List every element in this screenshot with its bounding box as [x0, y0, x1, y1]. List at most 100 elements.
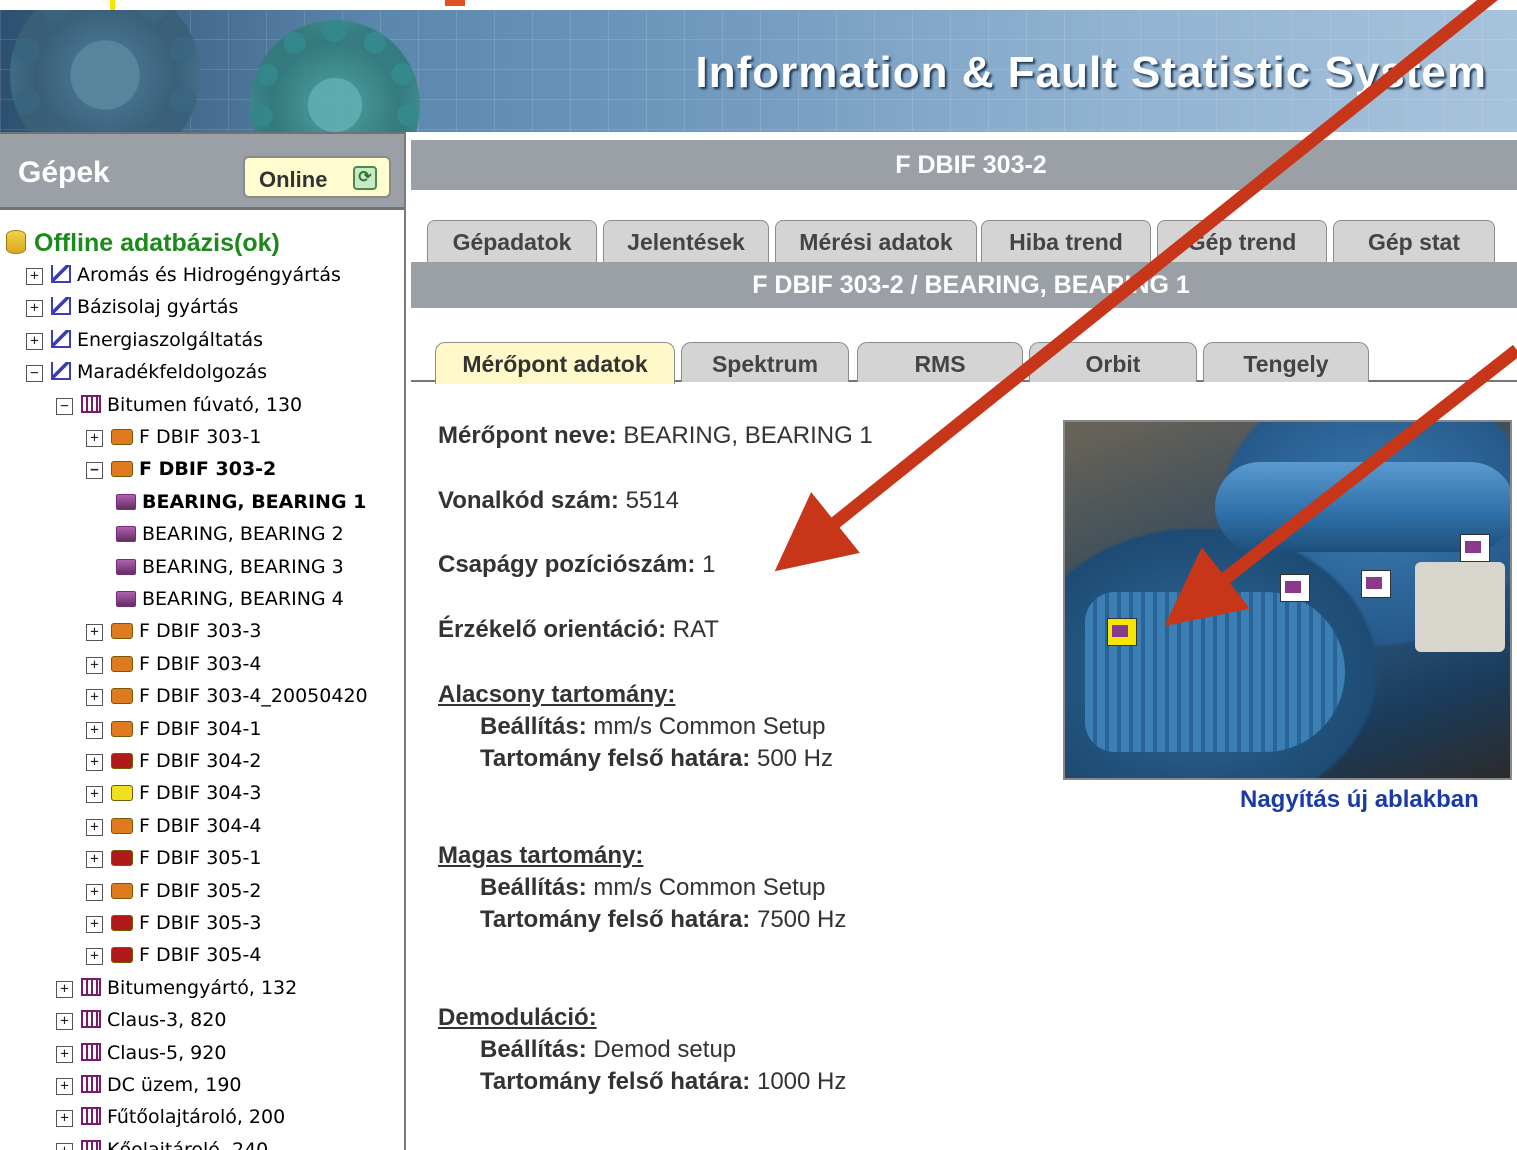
- tree-item[interactable]: + Bázisolaj gyártás: [26, 291, 238, 323]
- expand-icon[interactable]: +: [86, 754, 103, 771]
- machines-header-label: Gépek: [18, 156, 110, 189]
- expand-icon[interactable]: +: [86, 689, 103, 707]
- tree-item[interactable]: + F DBIF 303-4: [86, 648, 261, 680]
- tree-item[interactable]: BEARING, BEARING 4: [116, 583, 344, 615]
- tree-item[interactable]: − Maradékfeldolgozás: [26, 356, 267, 388]
- tree-item[interactable]: + F DBIF 303-1: [86, 421, 261, 453]
- tree-item[interactable]: − Bitumen fúvató, 130: [56, 389, 302, 421]
- expand-icon[interactable]: +: [86, 883, 103, 901]
- expand-icon[interactable]: +: [86, 624, 103, 642]
- machine-icon: [111, 461, 133, 478]
- tree-item[interactable]: + F DBIF 305-4: [86, 939, 261, 971]
- tab-jelentesek[interactable]: Jelentések: [603, 220, 769, 262]
- field-value: Demod setup: [593, 1036, 737, 1063]
- tree-item[interactable]: + Claus-3, 820: [56, 1004, 226, 1036]
- expand-icon[interactable]: +: [86, 786, 103, 804]
- machine-icon: [111, 753, 133, 769]
- tree-item[interactable]: + DC üzem, 190: [56, 1069, 242, 1101]
- section-high-range: Magas tartomány:: [438, 842, 644, 869]
- tree-item[interactable]: + F DBIF 304-3: [86, 777, 261, 809]
- tree-item[interactable]: + F DBIF 303-3: [86, 615, 261, 647]
- high-range-upper: Tartomány felső határa: 7500 Hz: [480, 906, 846, 934]
- tree-item[interactable]: + F DBIF 304-2: [86, 745, 261, 777]
- machine-title-bar: F DBIF 303-2: [411, 140, 1517, 190]
- tree-item-label: F DBIF 304-1: [139, 717, 262, 740]
- measure-point-icon[interactable]: [1361, 570, 1391, 598]
- tab-gep-stat[interactable]: Gép stat: [1333, 220, 1495, 262]
- field-value: mm/s Common Setup: [593, 874, 826, 901]
- collapse-icon[interactable]: −: [56, 397, 73, 415]
- expand-icon[interactable]: +: [56, 980, 73, 998]
- tree-item[interactable]: + Fűtőolajtároló, 200: [56, 1101, 285, 1133]
- collapse-icon[interactable]: −: [26, 365, 43, 383]
- online-button[interactable]: Online ⟳: [243, 156, 391, 198]
- expand-icon[interactable]: +: [56, 1078, 73, 1095]
- tree-item[interactable]: + Aromás és Hidrogéngyártás: [26, 259, 341, 291]
- expand-icon[interactable]: +: [86, 656, 103, 674]
- bearing-icon: [116, 558, 136, 575]
- tree-item-label: F DBIF 304-4: [139, 814, 262, 837]
- measure-point-icon-selected[interactable]: [1107, 618, 1137, 646]
- expand-icon[interactable]: +: [86, 916, 103, 933]
- tree-root-offline-db[interactable]: Offline adatbázis(ok): [6, 227, 280, 259]
- tree-item[interactable]: + Energiaszolgáltatás: [26, 324, 263, 356]
- tab-gepadatok[interactable]: Gépadatok: [427, 220, 597, 262]
- tab-rms[interactable]: RMS: [857, 342, 1023, 382]
- tab-tengely[interactable]: Tengely: [1203, 342, 1369, 382]
- point-tabs: Mérőpont adatok Spektrum RMS Orbit Tenge…: [411, 342, 1517, 384]
- tree-item[interactable]: + F DBIF 304-4: [86, 810, 261, 842]
- expand-icon[interactable]: +: [86, 851, 103, 869]
- expand-icon[interactable]: +: [86, 818, 103, 836]
- machine-photo[interactable]: [1063, 420, 1512, 780]
- high-range-setup: Beállítás: mm/s Common Setup: [480, 874, 825, 902]
- expand-icon[interactable]: +: [56, 1110, 73, 1128]
- field-value: 5514: [625, 487, 679, 514]
- tab-spektrum[interactable]: Spektrum: [681, 342, 849, 382]
- collapse-icon[interactable]: −: [86, 462, 103, 480]
- field-value: 1000 Hz: [756, 1068, 847, 1095]
- measure-point-icon[interactable]: [1460, 534, 1490, 562]
- tree-item[interactable]: + F DBIF 304-1: [86, 713, 261, 745]
- tree-item[interactable]: + Bitumengyártó, 132: [56, 972, 297, 1004]
- expand-icon[interactable]: +: [56, 1013, 73, 1031]
- tree-item[interactable]: BEARING, BEARING 1: [116, 486, 366, 518]
- tree-item[interactable]: BEARING, BEARING 2: [116, 518, 344, 550]
- machine-icon: [111, 429, 133, 445]
- expand-icon[interactable]: +: [86, 721, 103, 739]
- plant-icon: [51, 297, 71, 316]
- machine-icon: [111, 915, 133, 931]
- field-bearing-position: Csapágy pozíciószám: 1: [438, 551, 715, 579]
- expand-icon[interactable]: +: [86, 430, 103, 447]
- field-value: 500 Hz: [756, 745, 834, 772]
- tab-meropont-adatok[interactable]: Mérőpont adatok: [435, 342, 675, 384]
- expand-icon[interactable]: +: [26, 332, 43, 350]
- zoom-new-window-link[interactable]: Nagyítás új ablakban: [1240, 786, 1479, 814]
- tree-item[interactable]: + F DBIF 305-1: [86, 842, 261, 874]
- field-value: mm/s Common Setup: [593, 713, 826, 740]
- expand-icon[interactable]: +: [26, 268, 43, 285]
- field-value: RAT: [672, 616, 719, 643]
- tab-gep-trend[interactable]: Gép trend: [1157, 220, 1327, 262]
- expand-icon[interactable]: +: [56, 1045, 73, 1063]
- tree-item-label: Claus-5, 920: [107, 1041, 227, 1064]
- tree-item[interactable]: + Kőolajtároló, 240: [56, 1134, 268, 1150]
- tab-hiba-trend[interactable]: Hiba trend: [981, 220, 1151, 262]
- tree-item[interactable]: + Claus-5, 920: [56, 1037, 226, 1069]
- tab-meresi-adatok[interactable]: Mérési adatok: [775, 220, 977, 262]
- tree-item[interactable]: BEARING, BEARING 3: [116, 551, 344, 583]
- plant-icon: [51, 362, 71, 381]
- field-label: Csapágy pozíciószám:: [438, 551, 696, 578]
- expand-icon[interactable]: +: [56, 1142, 73, 1150]
- section-demodulation: Demoduláció:: [438, 1004, 597, 1031]
- tree-item[interactable]: + F DBIF 303-4_20050420: [86, 680, 368, 712]
- tree-item[interactable]: + F DBIF 305-3: [86, 907, 261, 939]
- measure-point-icon[interactable]: [1280, 574, 1310, 602]
- expand-icon[interactable]: +: [26, 300, 43, 318]
- tab-orbit[interactable]: Orbit: [1029, 342, 1197, 382]
- unit-icon: [81, 1010, 101, 1029]
- expand-icon[interactable]: +: [86, 948, 103, 966]
- field-label: Beállítás:: [480, 874, 587, 901]
- tree-item[interactable]: − F DBIF 303-2: [86, 453, 276, 485]
- unit-icon: [81, 394, 101, 413]
- tree-item[interactable]: + F DBIF 305-2: [86, 875, 261, 907]
